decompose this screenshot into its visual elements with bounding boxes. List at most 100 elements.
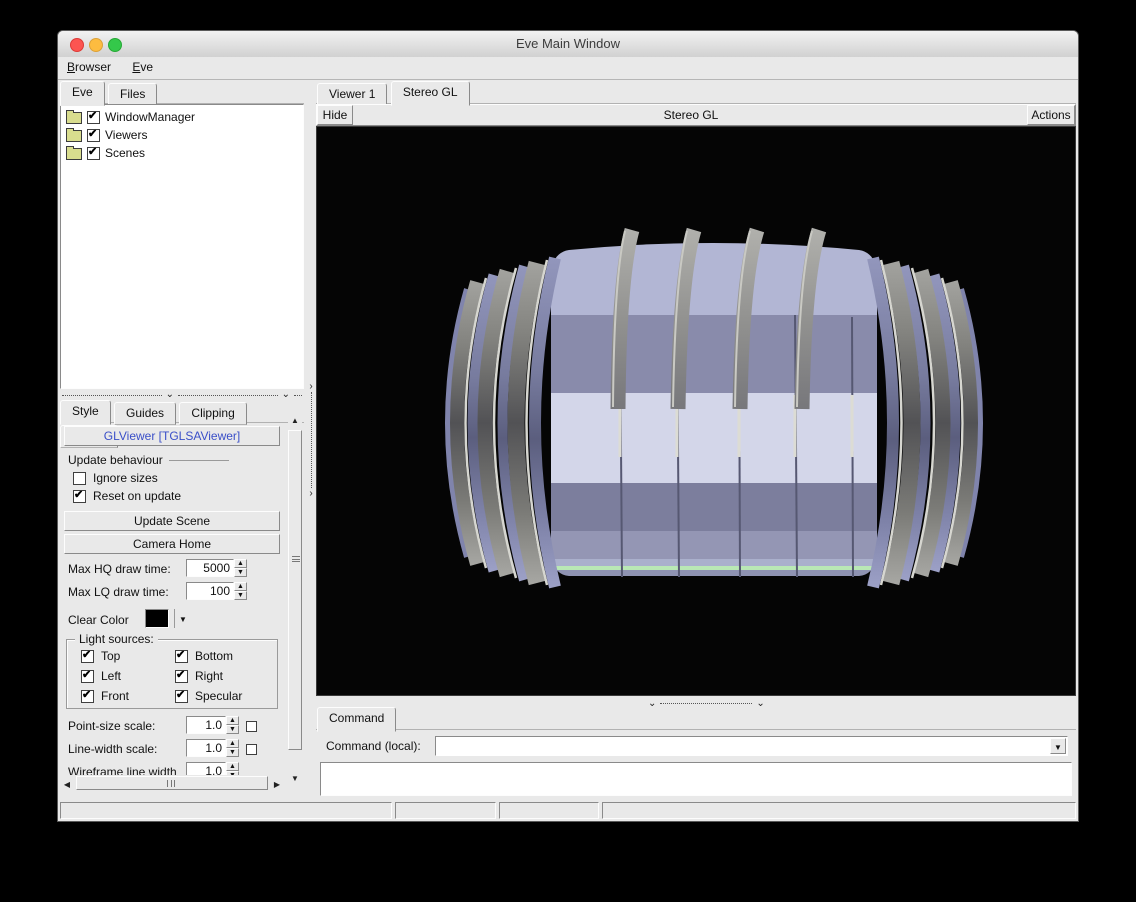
- group-title: Light sources:: [75, 632, 158, 646]
- light-bottom-checkbox[interactable]: [175, 650, 188, 663]
- tab-style[interactable]: Style: [60, 400, 111, 425]
- tree-item-label: WindowManager: [105, 110, 195, 124]
- light-left-option[interactable]: Left: [81, 669, 121, 683]
- style-vertical-scrollbar[interactable]: ▲ ▼: [287, 404, 303, 792]
- tab-stereo-gl[interactable]: Stereo GL: [391, 81, 470, 106]
- style-horizontal-scrollbar[interactable]: ◀ ▶: [60, 775, 286, 791]
- main-vertical-splitter[interactable]: › ›: [306, 81, 316, 795]
- point-size-value[interactable]: 1.0: [186, 716, 226, 734]
- window-title: Eve Main Window: [58, 31, 1078, 56]
- clear-color-dropdown[interactable]: ▼: [179, 611, 187, 625]
- menu-eve[interactable]: Eve: [123, 57, 162, 76]
- tree-item-checkbox[interactable]: [87, 111, 100, 124]
- command-dropdown-button[interactable]: ▼: [1050, 738, 1066, 754]
- max-hq-value[interactable]: 5000: [186, 559, 234, 577]
- reset-on-update-checkbox[interactable]: [73, 490, 86, 503]
- left-horizontal-splitter[interactable]: ⌄ ⌄: [62, 390, 302, 400]
- spinner-up-icon[interactable]: [226, 762, 239, 771]
- clear-color-label: Clear Color: [68, 613, 129, 627]
- dropdown-arrow-icon: ▼: [179, 615, 187, 624]
- tree-item-label: Scenes: [105, 146, 145, 160]
- light-front-option[interactable]: Front: [81, 689, 129, 703]
- light-front-checkbox[interactable]: [81, 690, 94, 703]
- gl-viewport[interactable]: [316, 126, 1076, 696]
- command-combobox[interactable]: ▼: [435, 736, 1068, 756]
- point-size-spinner[interactable]: 1.0: [186, 716, 197, 730]
- actions-button[interactable]: Actions: [1027, 105, 1075, 125]
- folder-icon: [66, 112, 82, 124]
- max-lq-value[interactable]: 100: [186, 582, 234, 600]
- command-splitter[interactable]: ⌄ ⌄: [316, 699, 1076, 708]
- light-top-option[interactable]: Top: [81, 649, 120, 663]
- update-scene-button[interactable]: Update Scene: [64, 511, 280, 531]
- spinner-up-icon[interactable]: [234, 559, 247, 568]
- folder-icon: [66, 130, 82, 142]
- camera-home-button[interactable]: Camera Home: [64, 534, 280, 554]
- ignore-sizes-option[interactable]: Ignore sizes: [73, 471, 158, 485]
- tab-guides[interactable]: Guides: [114, 402, 176, 425]
- reset-on-update-option[interactable]: Reset on update: [73, 489, 181, 503]
- glviewer-button[interactable]: GLViewer [TGLSAViewer]: [64, 426, 280, 446]
- status-segment: [395, 802, 496, 819]
- left-tabbar: Eve Files: [60, 81, 304, 104]
- tree-item-scenes[interactable]: Scenes: [61, 144, 303, 162]
- spinner-up-icon[interactable]: [226, 716, 239, 725]
- grip-icon: [292, 556, 300, 562]
- line-width-checkbox[interactable]: [246, 744, 257, 755]
- spinner-down-icon[interactable]: [226, 748, 239, 757]
- command-output: [320, 762, 1072, 796]
- scroll-left-icon[interactable]: ◀: [60, 776, 74, 790]
- spinner-up-icon[interactable]: [226, 739, 239, 748]
- clear-color-swatch[interactable]: [145, 609, 169, 628]
- hide-button[interactable]: Hide: [317, 105, 353, 125]
- scrollbar-thumb[interactable]: [76, 776, 268, 790]
- scroll-down-icon[interactable]: ▼: [288, 770, 302, 784]
- light-bottom-option[interactable]: Bottom: [175, 649, 233, 663]
- spinner-up-icon[interactable]: [234, 582, 247, 591]
- tab-viewer-1[interactable]: Viewer 1: [317, 83, 387, 106]
- max-hq-label: Max HQ draw time:: [68, 562, 171, 576]
- dropdown-arrow-icon: ▼: [1054, 743, 1062, 752]
- tab-files[interactable]: Files: [108, 83, 157, 106]
- group-title: Update behaviour: [68, 453, 163, 467]
- scroll-right-icon[interactable]: ▶: [270, 776, 284, 790]
- max-lq-label: Max LQ draw time:: [68, 585, 169, 599]
- command-panel: Command (local): ▼: [316, 730, 1076, 800]
- command-label: Command (local):: [326, 739, 421, 753]
- ignore-sizes-checkbox[interactable]: [73, 472, 86, 485]
- light-right-checkbox[interactable]: [175, 670, 188, 683]
- tree-item-windowmanager[interactable]: WindowManager: [61, 108, 303, 126]
- point-size-checkbox[interactable]: [246, 721, 257, 732]
- light-left-checkbox[interactable]: [81, 670, 94, 683]
- line-width-spinner[interactable]: 1.0: [186, 739, 197, 753]
- viewer-title: Stereo GL: [353, 105, 1029, 125]
- scrollbar-thumb[interactable]: [288, 430, 302, 750]
- tree-item-checkbox[interactable]: [87, 147, 100, 160]
- menu-browser[interactable]: Browser: [58, 57, 120, 76]
- eve-tree: WindowManager Viewers Scenes: [60, 104, 304, 389]
- line-width-label: Line-width scale:: [68, 742, 157, 756]
- spinner-down-icon[interactable]: [234, 568, 247, 577]
- light-top-checkbox[interactable]: [81, 650, 94, 663]
- light-specular-option[interactable]: Specular: [175, 689, 242, 703]
- line-width-value[interactable]: 1.0: [186, 739, 226, 757]
- command-input[interactable]: [437, 738, 1051, 756]
- tree-item-checkbox[interactable]: [87, 129, 100, 142]
- scroll-up-icon[interactable]: ▲: [288, 412, 302, 426]
- viewer-header: Hide Stereo GL Actions: [316, 104, 1076, 126]
- folder-icon: [66, 148, 82, 160]
- tab-clipping[interactable]: Clipping: [179, 402, 246, 425]
- minimize-icon[interactable]: [89, 38, 103, 52]
- tab-command[interactable]: Command: [317, 707, 396, 732]
- command-tabbar: Command: [317, 707, 396, 730]
- chevron-down-icon: ⌄: [648, 701, 656, 707]
- light-specular-checkbox[interactable]: [175, 690, 188, 703]
- spinner-down-icon[interactable]: [234, 591, 247, 600]
- zoom-icon[interactable]: [108, 38, 122, 52]
- titlebar[interactable]: Eve Main Window: [58, 31, 1078, 58]
- light-right-option[interactable]: Right: [175, 669, 223, 683]
- spinner-down-icon[interactable]: [226, 725, 239, 734]
- tab-eve[interactable]: Eve: [60, 81, 105, 106]
- close-icon[interactable]: [70, 38, 84, 52]
- tree-item-viewers[interactable]: Viewers: [61, 126, 303, 144]
